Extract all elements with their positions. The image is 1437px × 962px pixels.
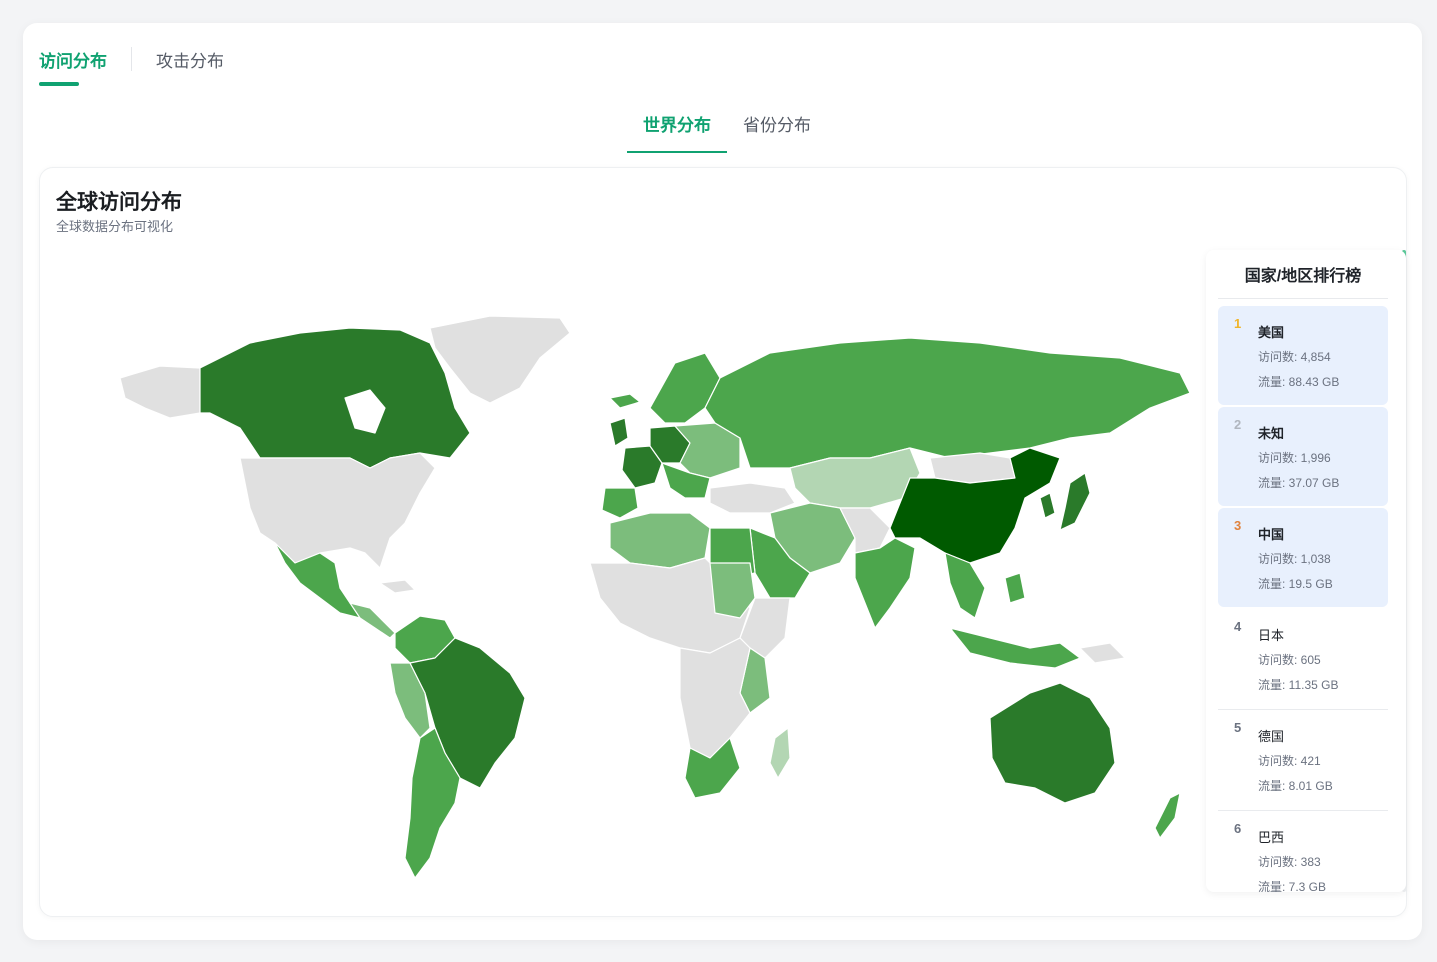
rank-item-3[interactable]: 3 中国 访问数: 1,038 流量: 19.5 GB <box>1218 508 1388 607</box>
card-title: 全球访问分布 <box>56 191 182 214</box>
rank-item-2[interactable]: 2 未知 访问数: 1,996 流量: 37.07 GB <box>1218 407 1388 506</box>
global-distribution-card: 全球访问分布 全球数据分布可视化 国家/地区排行榜 1 美国 访问数: 4,85… <box>39 167 1407 917</box>
card-subtitle: 全球数据分布可视化 <box>56 219 174 234</box>
russia-region[interactable] <box>704 337 1191 469</box>
philippines-region[interactable] <box>1004 572 1026 604</box>
ranking-list: 1 美国 访问数: 4,854 流量: 88.43 GB 2 未知 访问数: 1… <box>1218 306 1388 892</box>
rank-traffic: 流量: 8.01 GB <box>1258 779 1333 793</box>
ranking-title: 国家/地区排行榜 <box>1218 262 1388 299</box>
sub-tabs: 世界分布 省份分布 <box>627 115 827 153</box>
world-map[interactable] <box>50 298 1200 898</box>
rank-traffic: 流量: 7.3 GB <box>1258 880 1327 892</box>
tab-attack-distribution[interactable]: 攻击分布 <box>156 47 224 87</box>
southeast-asia-region[interactable] <box>944 552 986 619</box>
tab-world-distribution[interactable]: 世界分布 <box>627 115 727 153</box>
usa-region[interactable] <box>239 452 436 569</box>
greenland-region[interactable] <box>429 315 571 404</box>
main-panel: 访问分布 攻击分布 世界分布 省份分布 全球访问分布 全球数据分布可视化 国家/… <box>23 23 1422 940</box>
rank-item-4[interactable]: 4 日本 访问数: 605 流量: 11.35 GB <box>1218 609 1388 710</box>
rank-number: 1 <box>1234 316 1242 331</box>
new-zealand-region[interactable] <box>1154 792 1181 839</box>
north-africa-region[interactable] <box>609 512 711 569</box>
caribbean-region[interactable] <box>379 579 416 594</box>
rank-traffic: 流量: 37.07 GB <box>1258 476 1340 490</box>
madagascar-region[interactable] <box>769 727 791 779</box>
rank-number: 2 <box>1234 417 1242 432</box>
rank-country-name: 巴西 <box>1258 830 1285 845</box>
central-america-region[interactable] <box>349 602 396 639</box>
rank-visits: 访问数: 605 <box>1258 653 1321 667</box>
uk-region[interactable] <box>609 417 629 447</box>
korea-region[interactable] <box>1039 492 1056 519</box>
world-map-svg <box>119 315 1191 879</box>
rank-country-name: 美国 <box>1258 325 1285 340</box>
rank-item-1[interactable]: 1 美国 访问数: 4,854 流量: 88.43 GB <box>1218 306 1388 405</box>
rank-country-name: 中国 <box>1258 527 1285 542</box>
rank-visits: 访问数: 383 <box>1258 855 1321 869</box>
rank-item-6[interactable]: 6 巴西 访问数: 383 流量: 7.3 GB <box>1218 811 1388 892</box>
rank-visits: 访问数: 1,996 <box>1258 451 1331 465</box>
rank-number: 6 <box>1234 821 1242 836</box>
rank-visits: 访问数: 1,038 <box>1258 552 1331 566</box>
papua-region[interactable] <box>1079 642 1126 664</box>
rank-traffic: 流量: 19.5 GB <box>1258 577 1333 591</box>
india-region[interactable] <box>854 537 916 629</box>
tab-visit-distribution[interactable]: 访问分布 <box>39 47 107 87</box>
alaska-region[interactable] <box>119 365 201 419</box>
mongolia-region[interactable] <box>929 452 1016 484</box>
iceland-region[interactable] <box>609 393 641 409</box>
rank-number: 5 <box>1234 720 1242 735</box>
southern-africa-region[interactable] <box>679 637 751 759</box>
australia-region[interactable] <box>989 682 1116 804</box>
iberia-region[interactable] <box>601 487 639 519</box>
main-tabs: 访问分布 攻击分布 <box>39 47 224 87</box>
japan-region[interactable] <box>1059 472 1091 531</box>
rank-number: 3 <box>1234 518 1242 533</box>
tab-divider <box>131 47 132 71</box>
rank-country-name: 日本 <box>1258 628 1285 643</box>
turkey-region[interactable] <box>709 482 796 514</box>
rank-number: 4 <box>1234 619 1242 634</box>
rank-item-5[interactable]: 5 德国 访问数: 421 流量: 8.01 GB <box>1218 710 1388 811</box>
rank-country-name: 未知 <box>1258 426 1285 441</box>
rank-traffic: 流量: 88.43 GB <box>1258 375 1340 389</box>
rank-visits: 访问数: 4,854 <box>1258 350 1331 364</box>
tab-province-distribution[interactable]: 省份分布 <box>727 115 827 151</box>
rank-country-name: 德国 <box>1258 729 1285 744</box>
indonesia-region[interactable] <box>949 627 1081 669</box>
rank-visits: 访问数: 421 <box>1258 754 1321 768</box>
canada-region[interactable] <box>199 327 471 469</box>
ranking-panel: 国家/地区排行榜 1 美国 访问数: 4,854 流量: 88.43 GB 2 … <box>1206 250 1406 892</box>
rank-traffic: 流量: 11.35 GB <box>1258 678 1339 692</box>
